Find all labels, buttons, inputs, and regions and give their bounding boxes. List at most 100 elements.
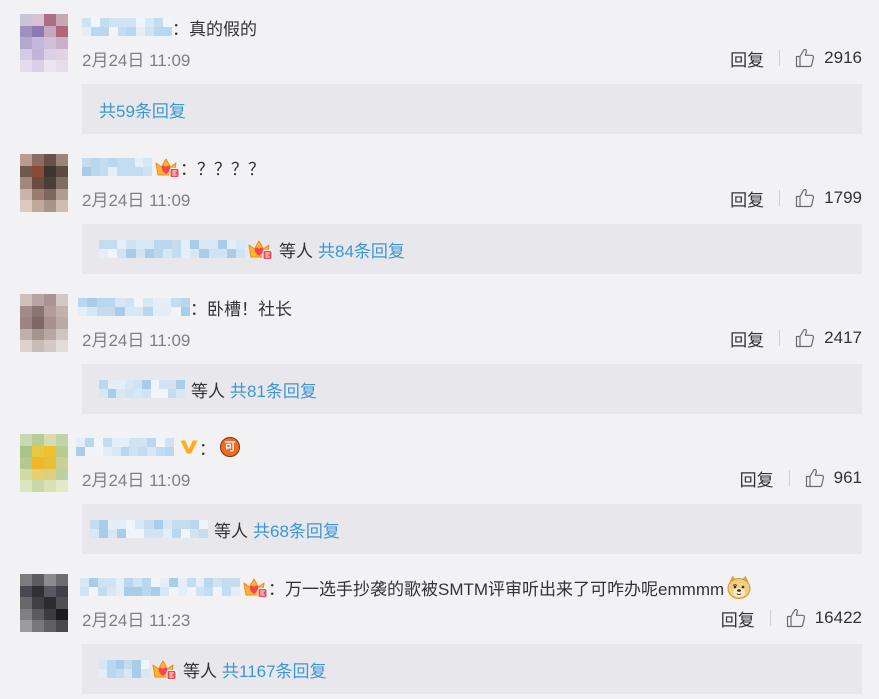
mosaic-cell bbox=[124, 380, 134, 389]
comment-time: 2月24日 11:23 bbox=[82, 610, 191, 630]
view-replies-link[interactable]: 共68条回复 bbox=[253, 517, 340, 542]
mosaic-cell bbox=[118, 27, 127, 36]
reply-button[interactable]: 回复 bbox=[740, 466, 774, 491]
mosaic-cell bbox=[199, 240, 209, 249]
reply-preview-box: 等人 共81条回复 bbox=[82, 364, 862, 414]
mosaic-cell bbox=[217, 240, 227, 249]
mosaic-cell bbox=[106, 587, 116, 596]
fan-crown-badge-icon[interactable] bbox=[242, 576, 268, 598]
mosaic-cell bbox=[76, 447, 85, 456]
mosaic-cell bbox=[217, 249, 227, 258]
action-divider bbox=[769, 610, 771, 626]
username-blurred[interactable] bbox=[80, 578, 240, 596]
mosaic-cell bbox=[97, 578, 107, 587]
avatar-pixel bbox=[44, 60, 56, 72]
mosaic-cell bbox=[132, 660, 141, 669]
avatar-pixel bbox=[44, 585, 56, 598]
fan-crown-badge-icon[interactable] bbox=[151, 658, 177, 680]
view-replies-link[interactable]: 共81条回复 bbox=[230, 377, 317, 402]
avatar-pixel bbox=[32, 608, 44, 621]
verified-v-badge-icon[interactable] bbox=[179, 438, 199, 456]
mosaic-cell bbox=[167, 380, 177, 389]
avatar-pixel bbox=[32, 585, 44, 598]
user-avatar[interactable] bbox=[20, 154, 68, 212]
mosaic-cell bbox=[204, 578, 214, 587]
avatar-pixel bbox=[20, 305, 32, 318]
mosaic-cell bbox=[208, 240, 218, 249]
comment-body: ：真的假的 2月24日 11:09 回复 2916 bbox=[82, 14, 862, 70]
mosaic-cell bbox=[99, 167, 109, 176]
avatar-pixel bbox=[20, 457, 32, 469]
like-button[interactable]: 2916 bbox=[795, 48, 862, 68]
view-replies-link[interactable]: 共1167条回复 bbox=[222, 657, 327, 682]
mosaic-cell bbox=[235, 240, 245, 249]
reply-button[interactable]: 回复 bbox=[721, 606, 755, 631]
avatar-pixel bbox=[44, 294, 56, 306]
username-blurred[interactable] bbox=[82, 18, 172, 36]
repliers-blurred[interactable] bbox=[99, 380, 185, 398]
username-blurred[interactable] bbox=[82, 158, 152, 176]
avatar-pixel bbox=[20, 317, 32, 329]
mosaic-cell bbox=[107, 389, 117, 398]
avatar-pixel bbox=[32, 328, 44, 341]
mosaic-cell bbox=[126, 240, 136, 249]
user-avatar[interactable] bbox=[20, 574, 68, 632]
repliers-blurred[interactable] bbox=[99, 660, 149, 678]
mosaic-cell bbox=[167, 389, 177, 398]
avatar-pixel bbox=[56, 305, 68, 318]
avatar-pixel bbox=[32, 48, 44, 61]
like-button[interactable]: 1799 bbox=[795, 188, 862, 208]
fan-crown-badge-icon[interactable] bbox=[247, 238, 273, 260]
mosaic-cell bbox=[222, 578, 232, 587]
avatar-pixel bbox=[44, 25, 56, 38]
avatar-pixel bbox=[20, 188, 32, 201]
like-button[interactable]: 2417 bbox=[795, 328, 862, 348]
mosaic-cell bbox=[144, 520, 154, 529]
avatar-pixel bbox=[32, 434, 44, 446]
mosaic-cell bbox=[156, 438, 166, 447]
avatar-pixel bbox=[32, 60, 44, 72]
mosaic-cell bbox=[105, 298, 116, 307]
user-avatar[interactable] bbox=[20, 14, 68, 72]
mosaic-cell bbox=[124, 578, 134, 587]
mosaic-cell bbox=[151, 587, 160, 596]
mosaic-cell bbox=[115, 669, 124, 678]
mosaic-cell bbox=[125, 167, 135, 176]
avatar-pixel bbox=[44, 340, 56, 352]
comment-text: ：真的假的 bbox=[172, 19, 257, 39]
mosaic-cell bbox=[160, 578, 169, 587]
thumbs-up-icon bbox=[795, 328, 815, 348]
mosaic-cell bbox=[117, 249, 127, 258]
mosaic-cell bbox=[142, 578, 152, 587]
mosaic-cell bbox=[140, 660, 149, 669]
repliers-blurred[interactable] bbox=[99, 240, 245, 258]
mosaic-cell bbox=[159, 389, 168, 398]
avatar-pixel bbox=[20, 25, 32, 38]
mosaic-cell bbox=[91, 27, 100, 36]
mosaic-cell bbox=[143, 298, 153, 307]
username-blurred[interactable] bbox=[76, 438, 174, 456]
mosaic-cell bbox=[143, 307, 153, 316]
avatar-pixel bbox=[20, 14, 32, 26]
fan-crown-badge-icon[interactable] bbox=[154, 156, 180, 178]
comment-actions: 回复 16422 bbox=[721, 606, 862, 631]
mosaic-cell bbox=[123, 669, 133, 678]
view-replies-link[interactable]: 共59条回复 bbox=[99, 97, 186, 122]
mosaic-cell bbox=[190, 249, 200, 258]
like-button[interactable]: 16422 bbox=[786, 608, 862, 628]
reply-button[interactable]: 回复 bbox=[730, 326, 764, 351]
reply-button[interactable]: 回复 bbox=[730, 186, 764, 211]
avatar-pixel bbox=[44, 434, 56, 446]
mosaic-cell bbox=[127, 18, 136, 27]
like-button[interactable]: 961 bbox=[805, 468, 862, 488]
mosaic-cell bbox=[90, 520, 100, 529]
user-avatar[interactable] bbox=[20, 434, 68, 492]
reply-button[interactable]: 回复 bbox=[730, 46, 764, 71]
username-blurred[interactable] bbox=[78, 298, 190, 316]
mosaic-cell bbox=[80, 578, 89, 587]
user-avatar[interactable] bbox=[20, 294, 68, 352]
mosaic-cell bbox=[195, 578, 205, 587]
repliers-blurred[interactable] bbox=[90, 520, 208, 538]
mosaic-cell bbox=[160, 587, 169, 596]
view-replies-link[interactable]: 共84条回复 bbox=[318, 237, 405, 262]
